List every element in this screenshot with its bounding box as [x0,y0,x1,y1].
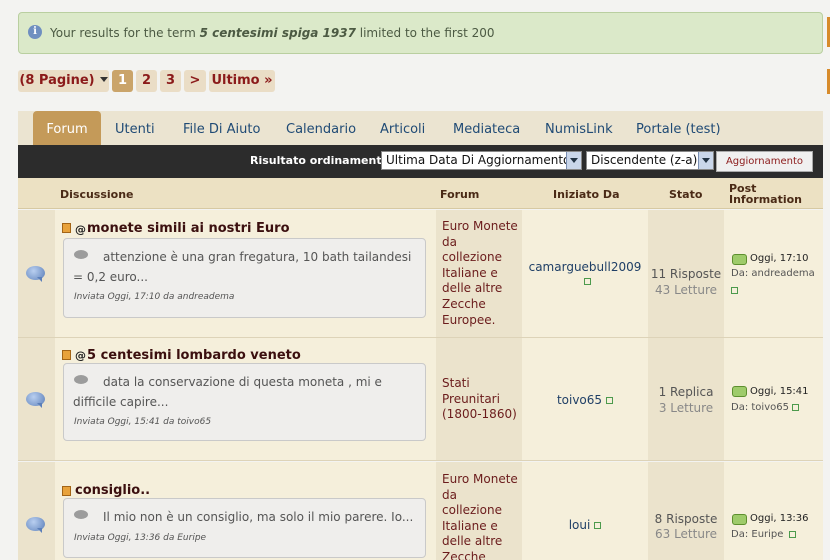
tab-calendario[interactable]: Calendario [286,111,356,145]
tab-file-di-aiuto[interactable]: File Di Aiuto [183,111,260,145]
forum-link[interactable]: Euro Monete da collezione Italiane e del… [442,472,520,560]
topic-status-icon [26,517,45,533]
starter-link[interactable]: loui [522,518,648,532]
last-post-time[interactable]: Oggi, 15:41 [750,386,809,397]
chevron-down-icon [99,77,108,82]
tab-articoli[interactable]: Articoli [380,111,425,145]
snippet-text: data la conservazione di questa moneta ,… [73,375,382,409]
column-forum[interactable]: Forum [440,188,479,201]
topic-type-icon [62,350,71,360]
last-post-icon[interactable] [732,514,747,525]
topic-title-link[interactable]: monete simili ai nostri Euro [87,221,290,236]
table-row: consiglio.. Il mio non è un consiglio, m… [18,462,823,560]
page-link[interactable]: 3 [160,70,181,92]
last-post-author[interactable]: Da: toivo65 [731,402,789,413]
starter-link[interactable]: toivo65 [522,393,648,407]
reply-count[interactable]: 11 Risposte [648,267,724,281]
external-link-icon[interactable] [789,531,796,538]
tab-portale[interactable]: Portale (test) [636,111,721,145]
info-icon: i [28,25,42,39]
page-link[interactable]: 2 [136,70,157,92]
topic-title-link[interactable]: 5 centesimi lombardo veneto [87,348,301,363]
tab-utenti[interactable]: Utenti [115,111,155,145]
reply-count[interactable]: 8 Risposte [648,512,724,526]
topic-title-link[interactable]: consiglio.. [75,483,150,498]
tab-forum[interactable]: Forum [33,111,101,145]
chevron-down-icon [566,152,581,169]
sort-label: Risultato ordinamento [250,154,390,167]
last-page-link[interactable]: Ultimo » [209,70,275,92]
post-snippet: data la conservazione di questa moneta ,… [63,363,426,441]
topic-type-icon [62,486,71,496]
view-count: 43 Letture [654,283,717,297]
last-post-time[interactable]: Oggi, 17:10 [750,253,809,264]
external-link-icon[interactable] [606,397,614,404]
last-post-time[interactable]: Oggi, 13:36 [750,513,809,524]
search-term: 5 centesimi spiga 1937 [199,26,356,40]
page-link-current[interactable]: 1 [112,70,133,92]
attachment-icon: @ [75,349,86,362]
tab-numislink[interactable]: NumisLink [545,111,613,145]
sort-field-select[interactable]: Ultima Data Di Aggiornamento [381,151,582,170]
last-post-icon[interactable] [732,386,747,397]
external-link-icon[interactable] [792,404,799,411]
starter-link[interactable]: camarguebull2009 [522,260,648,288]
snippet-text: attenzione è una gran fregatura, 10 bath… [73,250,412,284]
external-link-icon[interactable] [583,278,591,285]
reply-count[interactable]: 1 Replica [648,385,724,399]
snippet-meta: Inviata Oggi, 13:36 da Euripe [74,533,207,543]
sort-order-select[interactable]: Discendente (z-a) [586,151,714,170]
snippet-meta: Inviata Oggi, 15:41 da toivo65 [74,417,212,427]
column-status[interactable]: Stato [669,188,702,201]
view-count: 3 Letture [658,401,714,415]
column-discussion[interactable]: Discussione [60,188,134,201]
chevron-down-icon [698,152,713,169]
update-sort-button[interactable]: Aggiornamento [716,151,813,172]
topic-status-icon [26,392,45,408]
external-link-icon[interactable] [731,287,738,294]
pages-dropdown[interactable]: (8 Pagine) [18,70,109,92]
post-snippet: Il mio non è un consiglio, ma solo il mi… [63,498,426,558]
last-post-author[interactable]: Da: andreadema [731,268,815,279]
tab-mediateca[interactable]: Mediateca [453,111,520,145]
attachment-icon: @ [75,223,86,236]
last-post-author[interactable]: Da: Euripe [731,529,783,540]
search-notice: i Your results for the term 5 centesimi … [18,12,823,54]
view-count: 63 Letture [654,527,717,541]
table-row: @ 5 centesimi lombardo veneto data la co… [18,338,823,461]
main-tabs: Forum Utenti File Di Aiuto Calendario Ar… [18,111,823,145]
forum-link[interactable]: Euro Monete da collezione Italiane e del… [442,219,520,328]
external-link-icon[interactable] [594,522,602,529]
table-row: @ monete simili ai nostri Euro attenzion… [18,210,823,338]
next-page-link[interactable]: > [184,70,206,92]
post-snippet: attenzione è una gran fregatura, 10 bath… [63,238,426,318]
sort-bar: Risultato ordinamento Ultima Data Di Agg… [18,145,823,178]
snippet-meta: Inviata Oggi, 17:10 da andreadema [74,292,235,302]
topic-status-icon [26,266,45,282]
topic-type-icon [62,223,71,233]
snippet-text: Il mio non è un consiglio, ma solo il mi… [103,510,414,524]
last-post-icon[interactable] [732,254,747,265]
column-started-by[interactable]: Iniziato Da [553,188,620,201]
forum-link[interactable]: Stati Preunitari (1800-1860) [442,376,520,423]
results-table-header: Discussione Forum Iniziato Da Stato Post… [18,178,823,209]
notice-message: Your results for the term 5 centesimi sp… [50,26,495,40]
column-post-information[interactable]: Post Information [729,183,809,205]
